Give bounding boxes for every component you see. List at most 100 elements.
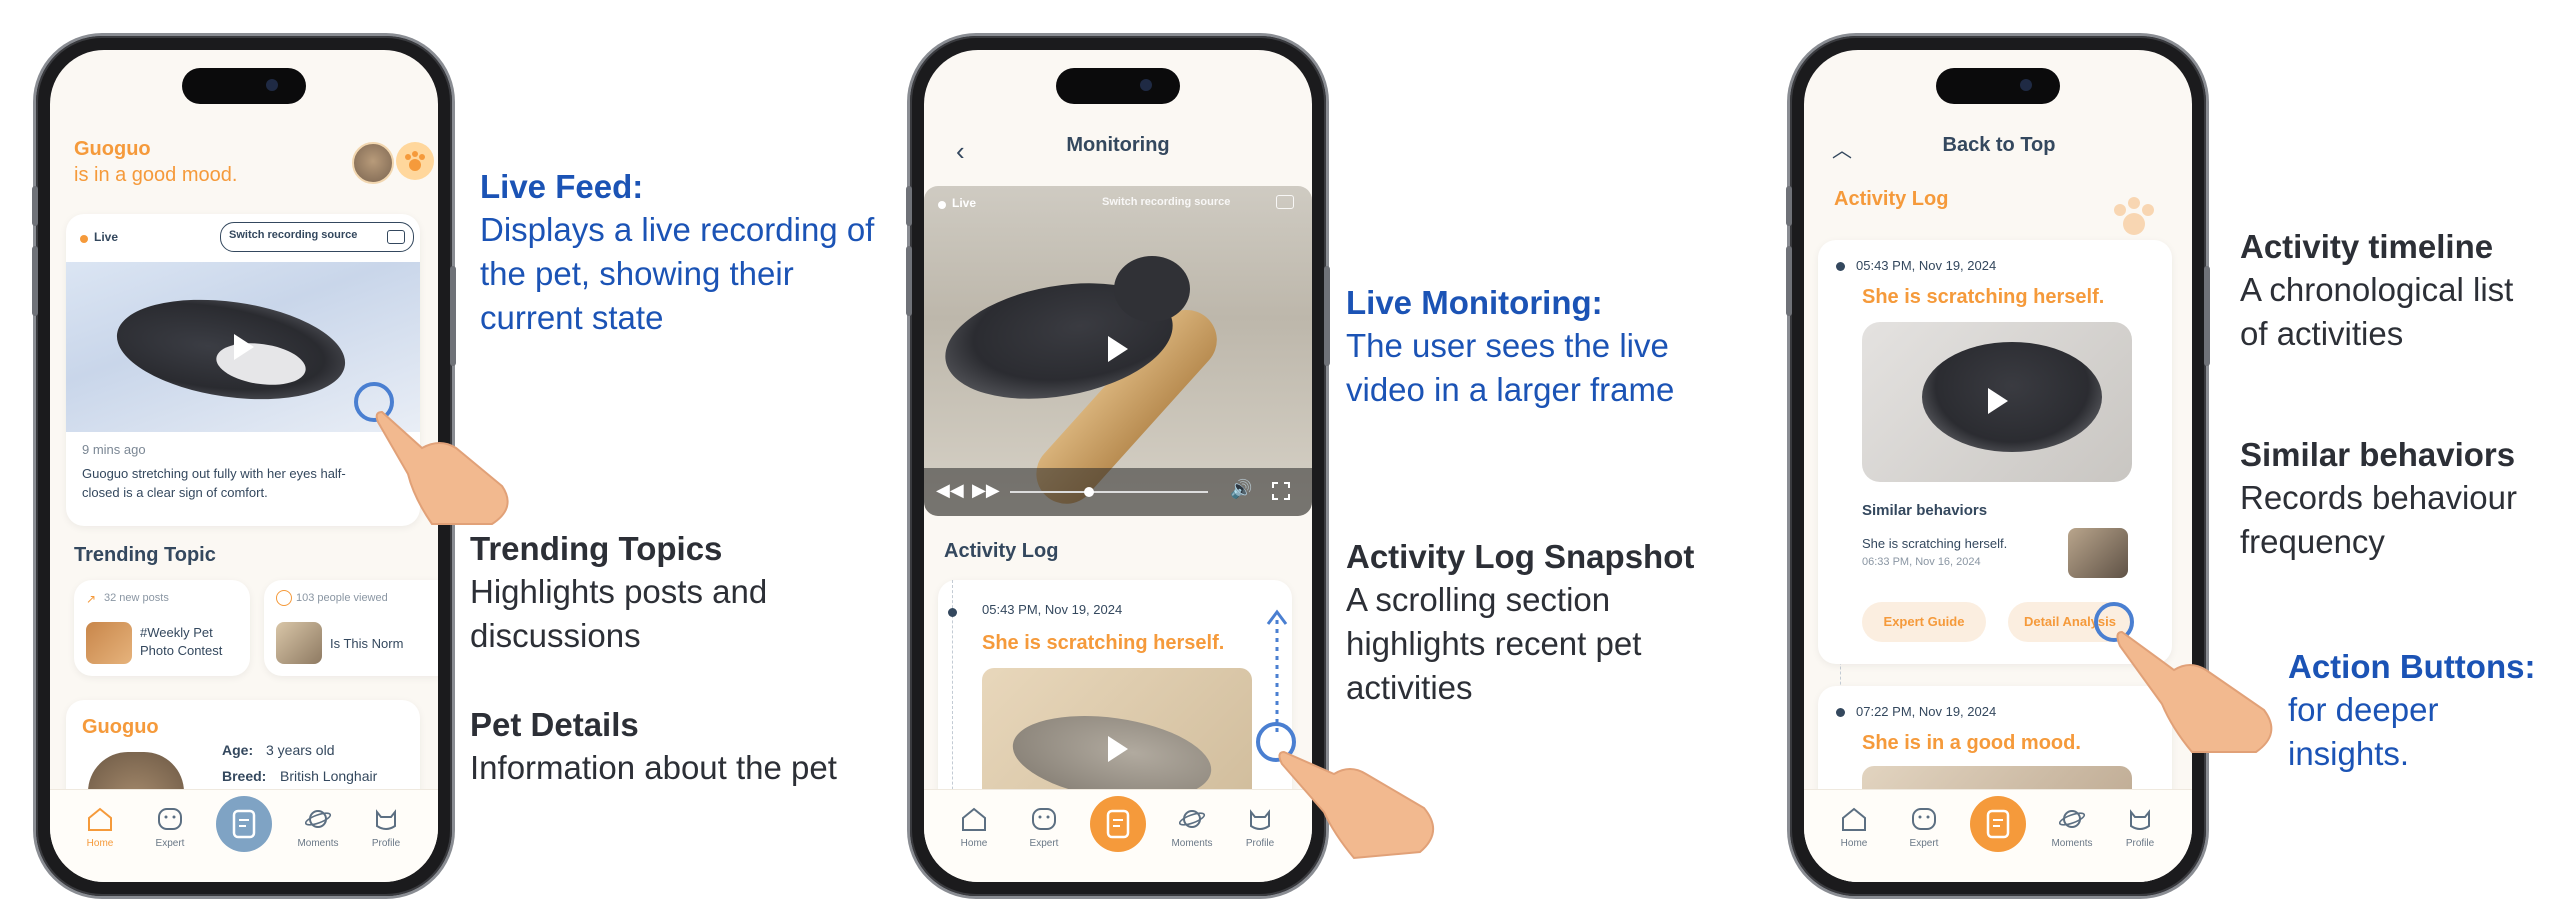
cat-head (1114, 256, 1190, 322)
entry1-time: 05:43 PM, Nov 19, 2024 (1856, 258, 1997, 273)
cat-face-icon (2130, 809, 2150, 830)
scroll-arrow-icon (1266, 609, 1288, 732)
annotation-similar-body: Records behaviour frequency (2240, 479, 2517, 560)
similar-behaviors-title: Similar behaviors (1862, 502, 1988, 519)
play-icon[interactable] (1988, 388, 2008, 414)
details-name: Guoguo (82, 716, 159, 738)
similar-thumbnail[interactable] (2068, 528, 2128, 578)
live-video-player[interactable]: Live Switch recording source ◀◀ ▶▶ 🔊 (924, 186, 1312, 516)
tab-activity[interactable] (1970, 796, 2026, 852)
topic1-thumbnail (86, 622, 132, 664)
progress-bar[interactable] (1010, 487, 1208, 497)
tab-profile[interactable]: Profile (356, 806, 416, 849)
live-dot-icon (80, 235, 88, 243)
topic-card-2[interactable]: 103 people viewed Is This Norm (264, 580, 438, 676)
annotation-similar-title: Similar behaviors (2240, 436, 2516, 473)
topic2-title: Is This Norm (330, 636, 404, 651)
trending-title: Trending Topic (74, 544, 216, 566)
tab-bar: Home Expert Moments Profile (50, 789, 438, 882)
phone-notch (1936, 68, 2060, 104)
tab-profile[interactable]: Profile (2110, 806, 2170, 849)
tab-activity[interactable] (216, 796, 272, 852)
tab-activity[interactable] (1090, 796, 1146, 852)
annotation-action-title: Action Buttons: (2288, 648, 2536, 685)
back-chevron-icon[interactable]: ‹ (956, 136, 965, 167)
breed-value: British Longhair (280, 768, 378, 784)
tab-home[interactable]: Home (944, 806, 1004, 849)
video-controls: ◀◀ ▶▶ 🔊 (924, 468, 1312, 516)
play-icon[interactable] (234, 334, 254, 360)
progress-knob[interactable] (1084, 487, 1094, 497)
tab-home[interactable]: Home (70, 806, 130, 849)
annotation-pet-details-body: Information about the pet (470, 749, 837, 786)
play-icon[interactable] (1108, 736, 1128, 762)
paw-watermark-icon (2104, 190, 2164, 245)
entry-text: She is scratching herself. (982, 632, 1225, 654)
phone-notch (1056, 68, 1180, 104)
play-icon[interactable] (1108, 336, 1128, 362)
tab-moments[interactable]: Moments (2042, 806, 2102, 849)
entry-time: 05:43 PM, Nov 19, 2024 (982, 602, 1123, 617)
annotation-live-monitoring-title: Live Monitoring: (1346, 284, 1603, 321)
annotation-snapshot-title: Activity Log Snapshot (1346, 538, 1695, 575)
age-value: 3 years old (266, 742, 335, 758)
eye-icon (276, 590, 292, 606)
fullscreen-icon[interactable] (1272, 482, 1290, 500)
rewind-icon[interactable]: ◀◀ (936, 480, 964, 501)
tab-home[interactable]: Home (1824, 806, 1884, 849)
switch-source-button[interactable]: Switch recording source (220, 222, 414, 252)
chevron-up-icon[interactable]: ︿ (1832, 134, 1852, 163)
pet-avatar[interactable] (352, 142, 394, 184)
annotation-timeline-body: A chronological list of activities (2240, 271, 2514, 352)
topic1-meta: 32 new posts (104, 592, 169, 604)
paw-icon[interactable] (396, 142, 434, 180)
expert-guide-button[interactable]: Expert Guide (1862, 602, 1986, 642)
age-label: Age: (222, 742, 254, 758)
topic-card-1[interactable]: ↗ 32 new posts #Weekly Pet Photo Contest (74, 580, 250, 676)
page-title: Monitoring (1066, 134, 1170, 156)
phone-activity-log: ︿ Back to Top Activity Log 05:43 PM, Nov… (1786, 36, 2210, 896)
tab-expert[interactable]: Expert (1894, 806, 1954, 849)
home-icon (962, 807, 986, 831)
forward-icon[interactable]: ▶▶ (972, 480, 1000, 501)
volume-icon[interactable]: 🔊 (1230, 479, 1252, 500)
activity-log-title: Activity Log (1834, 188, 1949, 210)
live-label: Live (94, 230, 119, 244)
entry2-time: 07:22 PM, Nov 19, 2024 (1856, 704, 1997, 719)
entry1-photo[interactable] (1862, 322, 2132, 482)
home-icon (1842, 807, 1866, 831)
feed-caption: Guoguo stretching out fully with her eye… (82, 466, 346, 500)
trend-icon: ↗ (86, 592, 97, 606)
expert-icon (1032, 808, 1056, 830)
topic2-meta: 103 people viewed (296, 592, 388, 604)
activity-log-title: Activity Log (944, 540, 1059, 562)
expert-icon (158, 808, 182, 830)
entry1-text: She is scratching herself. (1862, 286, 2105, 308)
clipboard-icon (232, 809, 256, 839)
switch-source-button[interactable]: Switch recording source (1102, 196, 1230, 208)
topic2-thumbnail (276, 622, 322, 664)
similar-time: 06:33 PM, Nov 16, 2024 (1862, 556, 1981, 568)
camera-icon (387, 230, 405, 244)
phone-notch (182, 68, 306, 104)
pointing-hand-icon (2094, 602, 2273, 753)
similar-text: She is scratching herself. (1862, 536, 2008, 551)
tab-moments[interactable]: Moments (1162, 806, 1222, 849)
cat-image (1922, 342, 2102, 452)
pointing-hand-icon (354, 382, 509, 525)
planet-icon (304, 810, 332, 828)
annotation-pet-details-title: Pet Details (470, 706, 639, 743)
tab-expert[interactable]: Expert (1014, 806, 1074, 849)
annotation-action-body: for deeper insights. (2288, 691, 2439, 772)
annotation-live-feed-body: Displays a live recording of the pet, sh… (480, 211, 875, 336)
clipboard-icon (1986, 809, 2010, 839)
back-to-top-button[interactable]: Back to Top (1924, 134, 2074, 157)
breed-label: Breed: (222, 768, 267, 784)
live-label: Live (952, 196, 977, 210)
annotation-snapshot-body: A scrolling section highlights recent pe… (1346, 581, 1642, 706)
tab-expert[interactable]: Expert (140, 806, 200, 849)
tab-moments[interactable]: Moments (288, 806, 348, 849)
planet-icon (1178, 810, 1206, 828)
timeline-dot (1836, 708, 1845, 717)
pet-mood: is in a good mood. (74, 164, 238, 186)
